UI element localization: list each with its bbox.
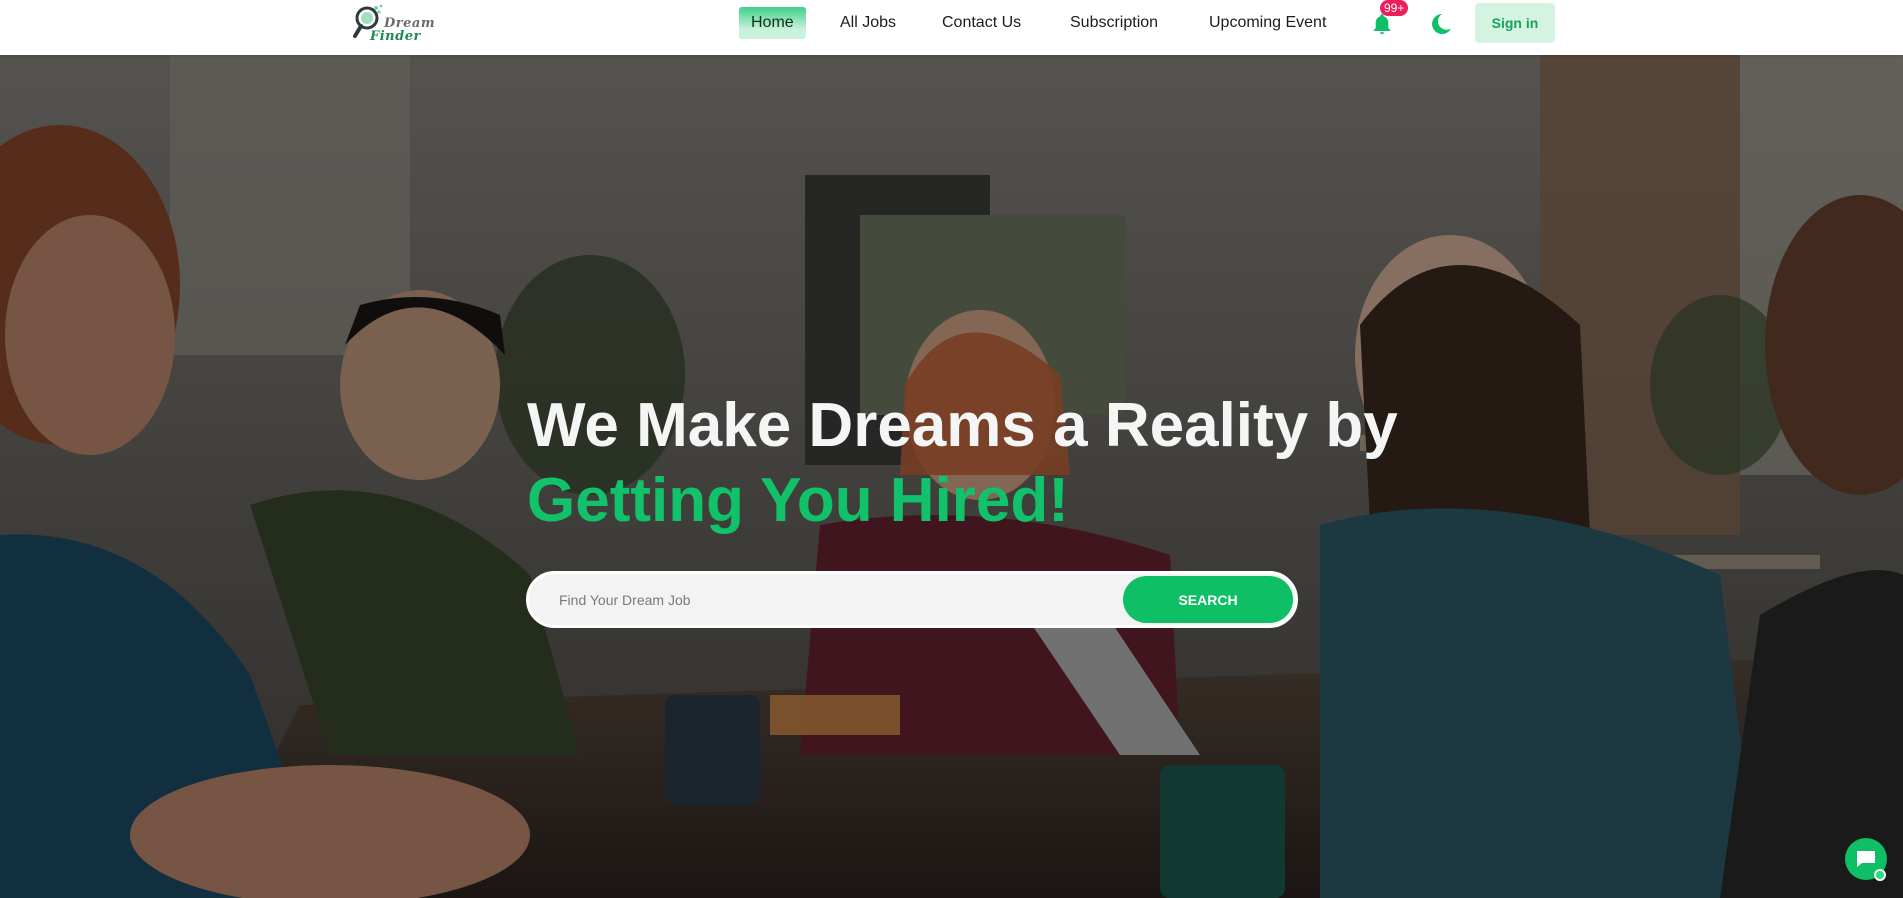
hero-headline-line2: Getting You Hired!	[527, 466, 1069, 535]
online-status-dot	[1874, 869, 1886, 881]
search-button[interactable]: SEARCH	[1123, 576, 1293, 623]
top-navbar: Dream Finder Home All Jobs Contact Us Su…	[0, 0, 1903, 55]
notification-badge: 99+	[1380, 0, 1409, 16]
hero-headline: We Make Dreams a Reality by Getting You …	[527, 388, 1398, 538]
nav-subscription[interactable]: Subscription	[1070, 14, 1158, 32]
sign-in-button[interactable]: Sign in	[1475, 3, 1555, 43]
nav-home[interactable]: Home	[739, 7, 806, 39]
nav-contact-us[interactable]: Contact Us	[942, 14, 1021, 32]
job-search-input[interactable]	[557, 574, 1117, 625]
logo-text-finder: Finder	[370, 29, 421, 44]
nav-upcoming-event[interactable]: Upcoming Event	[1209, 14, 1326, 32]
job-search-bar: SEARCH	[526, 571, 1298, 628]
hero-headline-line1: We Make Dreams a Reality by	[527, 391, 1398, 460]
hero-section: We Make Dreams a Reality by Getting You …	[0, 55, 1903, 898]
chat-bubble-icon	[1857, 851, 1875, 867]
moon-icon[interactable]	[1427, 11, 1453, 37]
dream-finder-logo[interactable]: Dream Finder	[352, 2, 438, 44]
nav-all-jobs[interactable]: All Jobs	[840, 14, 896, 32]
